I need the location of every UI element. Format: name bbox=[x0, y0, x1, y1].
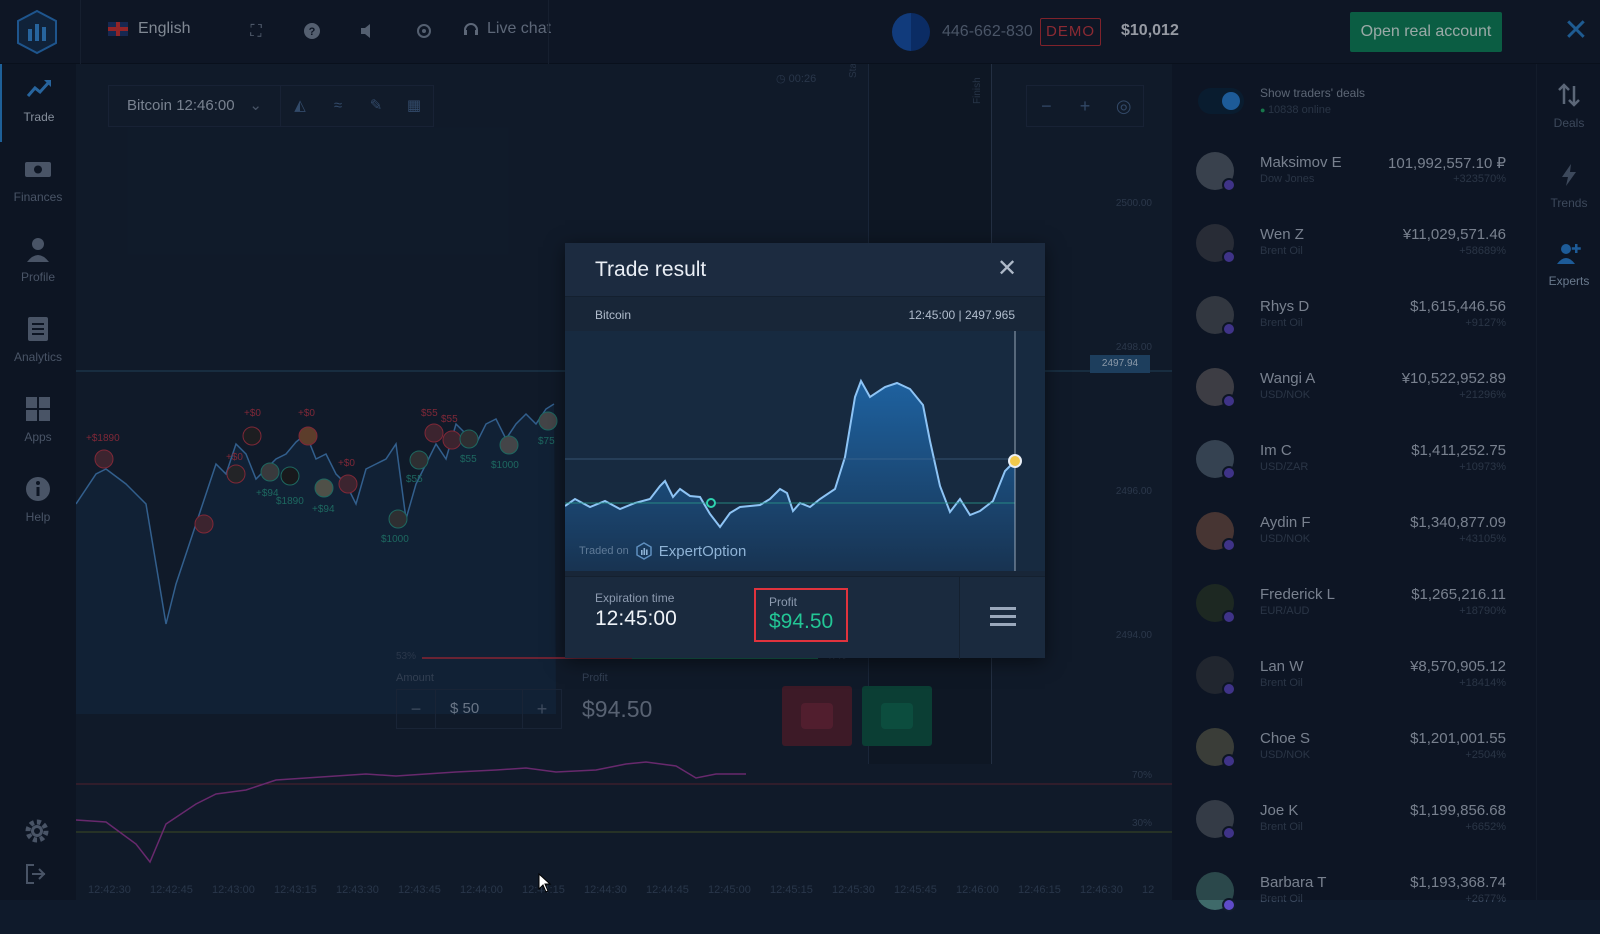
profit-highlight-box: Profit $94.50 bbox=[754, 588, 848, 642]
expiration-value: 12:45:00 bbox=[595, 607, 677, 630]
expertoption-logo-icon bbox=[636, 542, 652, 560]
modal-title: Trade result bbox=[595, 258, 707, 281]
profit-value: $94.50 bbox=[769, 610, 834, 633]
traded-on-label: Traded on bbox=[579, 545, 629, 557]
menu-icon[interactable] bbox=[959, 577, 1045, 659]
exit-point bbox=[1008, 454, 1022, 468]
modal-asset: Bitcoin bbox=[595, 308, 632, 322]
profit-label: Profit bbox=[769, 595, 798, 609]
expiration-label: Expiration time bbox=[595, 591, 675, 605]
close-icon[interactable]: ✕ bbox=[995, 257, 1019, 281]
mouse-cursor-icon bbox=[538, 873, 552, 893]
modal-footer: Expiration time 12:45:00 Profit $94.50 bbox=[565, 576, 1045, 659]
traded-on-badge: Traded on ExpertOption bbox=[579, 542, 746, 560]
entry-point bbox=[706, 498, 716, 508]
trade-result-modal: Trade result ✕ Bitcoin 12:45:00 | 2497.9… bbox=[565, 243, 1045, 659]
modal-time-price: 12:45:00 | 2497.965 bbox=[908, 308, 1015, 322]
result-chart bbox=[565, 331, 1045, 571]
modal-header: Trade result ✕ bbox=[565, 243, 1045, 297]
brand-name: ExpertOption bbox=[658, 542, 747, 560]
